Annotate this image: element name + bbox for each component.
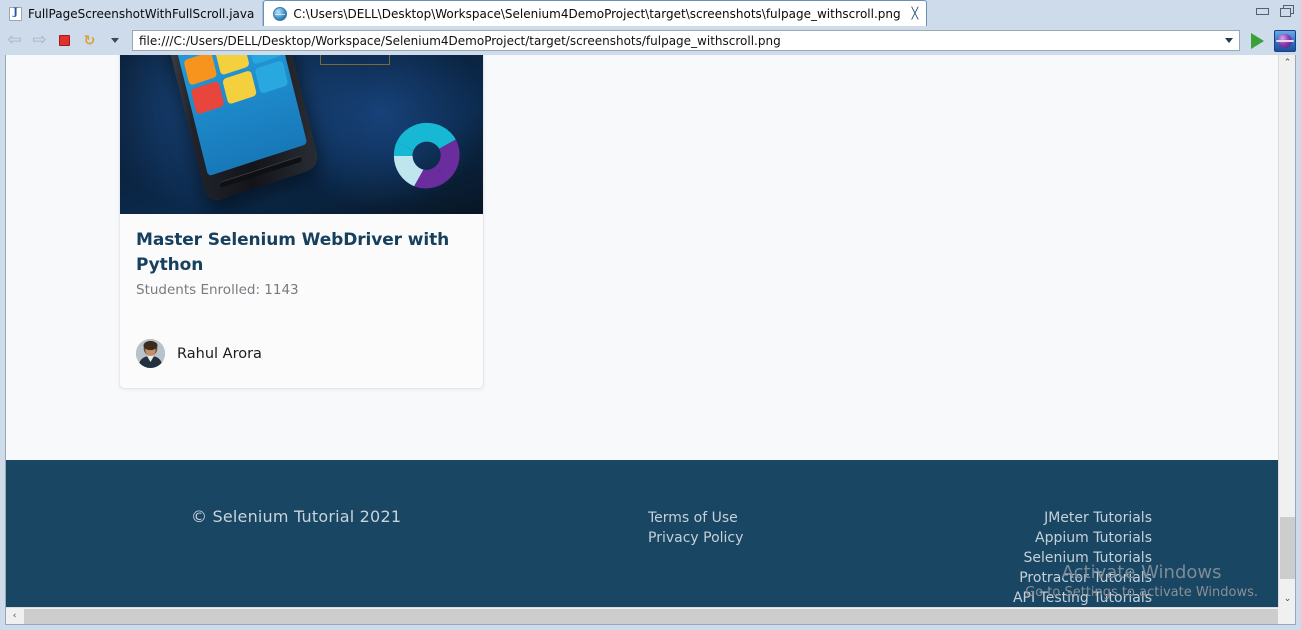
stop-square (59, 35, 70, 46)
selenium-logo-icon (393, 122, 460, 189)
ide-bottom-strip (0, 625, 1301, 630)
address-bar[interactable]: file:///C:/Users/DELL/Desktop/Workspace/… (132, 30, 1240, 51)
web-page: Master Selenium WebDriver with Python St… (6, 55, 1282, 608)
vertical-scroll-thumb[interactable] (1280, 517, 1295, 579)
footer-link-terms-of-use[interactable]: Terms of Use (648, 508, 743, 528)
horizontal-scroll-thumb[interactable] (24, 609, 1280, 624)
footer-link-protractor-tutorials[interactable]: Protractor Tutorials (1013, 568, 1152, 588)
phone-app-icon (183, 55, 218, 86)
globe-icon (273, 6, 288, 21)
eclipse-window: FullPageScreenshotWithFullScroll.java C:… (0, 0, 1301, 630)
refresh-icon[interactable]: ↻ (80, 31, 99, 50)
window-controls (1255, 4, 1294, 17)
restore-button[interactable] (1280, 4, 1294, 17)
minimize-button[interactable] (1255, 4, 1269, 17)
scroll-down-button[interactable]: ⌄ (1279, 591, 1295, 608)
footer-link-selenium-tutorials[interactable]: Selenium Tutorials (1013, 548, 1153, 568)
go-button[interactable] (1246, 30, 1268, 52)
footer-tutorial-links: JMeter Tutorials Appium Tutorials Seleni… (1013, 508, 1152, 608)
author-name[interactable]: Rahul Arora (177, 346, 262, 362)
footer-link-jmeter-tutorials[interactable]: JMeter Tutorials (1013, 508, 1152, 528)
footer-link-privacy-policy[interactable]: Privacy Policy (648, 528, 743, 548)
editor-tab-java-label: FullPageScreenshotWithFullScroll.java (28, 6, 255, 21)
scroll-left-button[interactable]: ‹ (6, 608, 23, 624)
back-icon[interactable]: ⇦ (5, 31, 24, 50)
refresh-glyph: ↻ (83, 32, 96, 49)
chevron-up-icon: ⌃ (1283, 58, 1292, 68)
play-icon (1250, 32, 1264, 49)
course-card-body: Master Selenium WebDriver with Python St… (120, 214, 483, 388)
editor-tab-screenshot-label: C:\Users\DELL\Desktop\Workspace\Selenium… (293, 6, 901, 21)
java-file-icon (9, 6, 22, 21)
editor-tab-strip: FullPageScreenshotWithFullScroll.java C:… (0, 0, 1301, 26)
horizontal-scrollbar[interactable]: ‹ › (6, 607, 1295, 624)
address-dropdown-icon[interactable] (1221, 31, 1237, 50)
forward-icon[interactable]: ⇨ (30, 31, 49, 50)
python-logo-icon (320, 55, 390, 65)
url-text[interactable]: file:///C:/Users/DELL/Desktop/Workspace/… (139, 34, 1221, 48)
back-glyph: ⇦ (7, 30, 22, 50)
editor-tab-screenshot[interactable]: C:\Users\DELL\Desktop\Workspace\Selenium… (263, 0, 928, 26)
footer-copyright: © Selenium Tutorial 2021 (191, 507, 402, 526)
course-title[interactable]: Master Selenium WebDriver with Python (136, 228, 467, 277)
history-dropdown-icon[interactable] (105, 31, 124, 50)
stop-icon[interactable] (55, 31, 74, 50)
scroll-up-button[interactable]: ⌃ (1279, 55, 1295, 72)
course-banner-image (120, 55, 483, 214)
smartphone-illustration (155, 55, 321, 204)
course-author: Rahul Arora (136, 339, 467, 369)
footer-link-api-testing-tutorials[interactable]: API Testing Tutorials (1013, 588, 1152, 608)
open-external-browser-button[interactable] (1274, 29, 1296, 52)
chevron-down-icon (110, 38, 119, 43)
forward-glyph: ⇨ (32, 30, 47, 50)
avatar (136, 339, 165, 369)
external-globe-icon (1276, 33, 1294, 48)
footer-legal-links: Terms of Use Privacy Policy (648, 508, 743, 548)
students-enrolled: Students Enrolled: 1143 (136, 282, 299, 299)
editor-tab-java[interactable]: FullPageScreenshotWithFullScroll.java (0, 1, 264, 26)
phone-app-icon (190, 80, 225, 115)
chevron-left-icon: ‹ (12, 611, 17, 621)
close-icon[interactable]: ╳ (912, 7, 919, 20)
phone-app-icon (254, 59, 289, 95)
browser-viewport: Master Selenium WebDriver with Python St… (5, 55, 1296, 625)
browser-toolbar: ⇦ ⇨ ↻ file:///C:/Users/DELL/Desktop/Work… (0, 26, 1301, 55)
phone-screen (163, 55, 308, 177)
scrollbar-corner (1278, 607, 1295, 624)
page-footer: © Selenium Tutorial 2021 Terms of Use Pr… (6, 460, 1282, 608)
course-card[interactable]: Master Selenium WebDriver with Python St… (119, 55, 484, 390)
vertical-scrollbar[interactable]: ⌃ ⌄ (1278, 55, 1295, 608)
chevron-down-icon: ⌄ (1283, 594, 1292, 604)
footer-link-appium-tutorials[interactable]: Appium Tutorials (1013, 528, 1152, 548)
phone-app-icon (222, 70, 257, 105)
